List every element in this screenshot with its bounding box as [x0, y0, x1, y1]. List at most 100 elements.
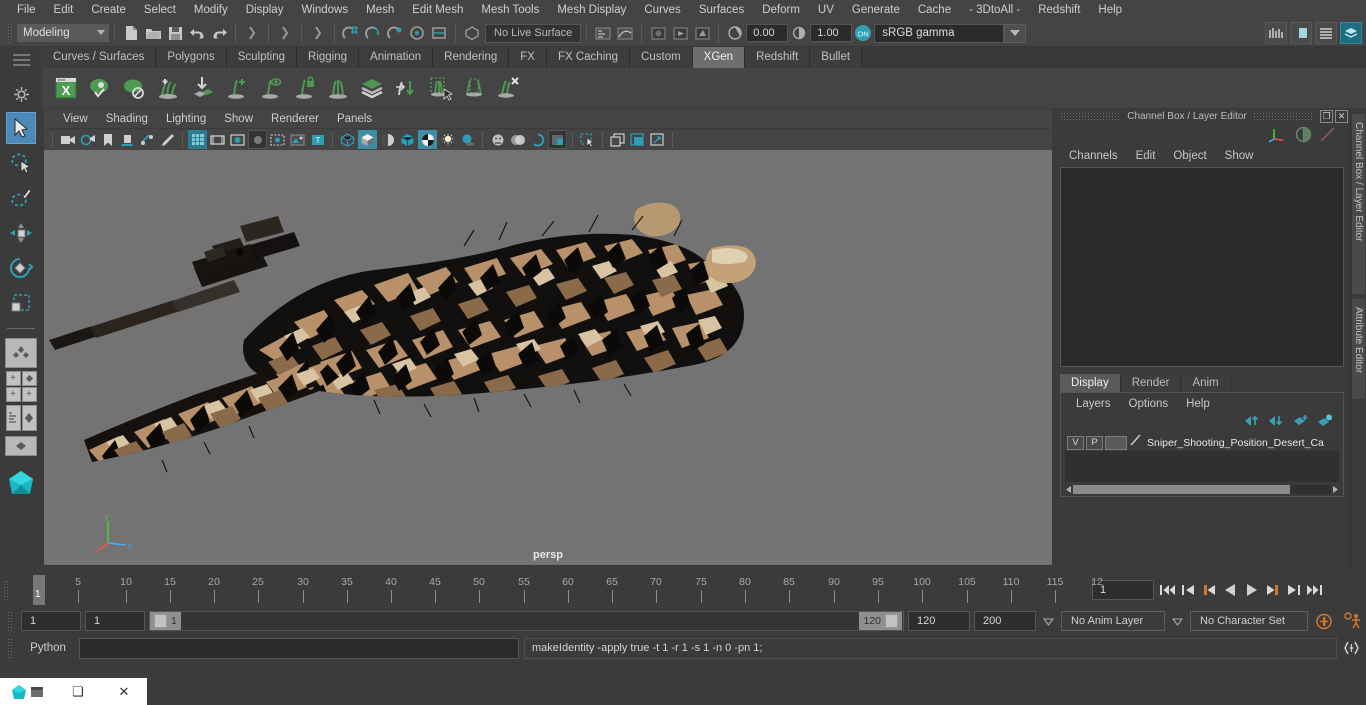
open-render-view-icon[interactable]: [647, 22, 669, 44]
hardware-texture-icon[interactable]: [398, 130, 417, 149]
exposure-icon[interactable]: [268, 130, 287, 149]
xgen-window-icon[interactable]: X: [50, 71, 82, 105]
playback-end-time-field[interactable]: 120: [908, 611, 970, 631]
menu-cache[interactable]: Cache: [909, 0, 960, 20]
channelbox-menu-edit[interactable]: Edit: [1127, 150, 1165, 162]
panel-drag-handle-right[interactable]: [1252, 112, 1315, 121]
viewport-menu-show[interactable]: Show: [215, 113, 262, 125]
hypershade-icon[interactable]: [21, 405, 37, 431]
snap-point-toggle[interactable]: +: [5, 387, 21, 402]
wireframe-icon[interactable]: [338, 130, 357, 149]
step-forward-frame-icon[interactable]: [1264, 581, 1281, 599]
range-slider-left-handle[interactable]: 1: [150, 612, 181, 630]
menu-file[interactable]: File: [8, 0, 45, 20]
select-by-object-icon[interactable]: [274, 22, 296, 44]
panel-drag-handle-left[interactable]: [1060, 112, 1122, 121]
close-icon[interactable]: ✕: [101, 678, 147, 705]
film-origin-icon[interactable]: [288, 130, 307, 149]
snap-to-grid-icon[interactable]: [340, 22, 362, 44]
viewport-3d-canvas[interactable]: persp y z x: [44, 150, 1052, 565]
current-time-indicator[interactable]: 1: [33, 575, 45, 605]
gamma-icon[interactable]: [788, 22, 810, 44]
toggle-channel-icon[interactable]: [1295, 126, 1312, 148]
ipr-render-icon[interactable]: [628, 130, 647, 149]
range-slider-right-handle[interactable]: 120: [859, 612, 902, 630]
menu-help[interactable]: Help: [1089, 0, 1131, 20]
snap-grid-toggle[interactable]: +: [5, 371, 21, 386]
menu-generate[interactable]: Generate: [843, 0, 909, 20]
move-layer-up-icon[interactable]: [1244, 414, 1261, 432]
snap-to-point-icon[interactable]: [384, 22, 406, 44]
range-handle-grip[interactable]: [885, 614, 898, 628]
play-backwards-icon[interactable]: [1222, 581, 1239, 599]
restore-icon[interactable]: ❐: [1320, 110, 1334, 123]
bookmark-icon[interactable]: [98, 130, 117, 149]
snap-view-toggle[interactable]: +: [21, 387, 37, 402]
shelf-tab-animation[interactable]: Animation: [359, 47, 434, 68]
select-camera-icon[interactable]: [58, 130, 77, 149]
grid-toggle-icon[interactable]: [188, 130, 207, 149]
time-slider-track[interactable]: 1 5 10 15 20 25 30 35 40 45 50 55 60 65 …: [17, 575, 1103, 605]
step-forward-keyframe-icon[interactable]: [1285, 581, 1302, 599]
lighting-icon[interactable]: [438, 130, 457, 149]
new-scene-icon[interactable]: [120, 22, 142, 44]
scroll-left-arrow-icon[interactable]: [1064, 481, 1073, 499]
xgen-convert-icon[interactable]: [390, 71, 422, 105]
channelbox-menu-channels[interactable]: Channels: [1060, 150, 1127, 162]
snap-to-projected-center-icon[interactable]: [406, 22, 428, 44]
side-tab-channel-box[interactable]: Channel Box / Layer Editor: [1352, 114, 1365, 294]
shelf-menu-icon[interactable]: [13, 54, 30, 56]
render-current-frame-icon[interactable]: [669, 22, 691, 44]
layer-color-swatch[interactable]: [1105, 435, 1127, 450]
scrollbar-track[interactable]: [1073, 485, 1331, 494]
tab-anim[interactable]: Anim: [1181, 374, 1231, 392]
range-handle-grip[interactable]: [154, 614, 167, 628]
shelf-options-icon[interactable]: [13, 86, 30, 103]
shelf-tab-bullet[interactable]: Bullet: [810, 47, 863, 68]
step-back-frame-icon[interactable]: [1201, 581, 1218, 599]
menu-select[interactable]: Select: [135, 0, 185, 20]
playback-start-time-field[interactable]: 1: [85, 611, 145, 631]
xgen-lock-primitive-icon[interactable]: [288, 71, 320, 105]
menu-edit-mesh[interactable]: Edit Mesh: [403, 0, 472, 20]
scroll-right-arrow-icon[interactable]: [1331, 481, 1340, 499]
menu-uv[interactable]: UV: [809, 0, 843, 20]
save-scene-icon[interactable]: [164, 22, 186, 44]
sidebar-toggle-layers-icon[interactable]: [1340, 22, 1362, 44]
menu-mesh-display[interactable]: Mesh Display: [548, 0, 635, 20]
time-slider[interactable]: 1 5 10 15 20 25 30 35 40 45 50 55 60 65 …: [17, 575, 1103, 605]
play-forwards-icon[interactable]: [1243, 581, 1260, 599]
viewport-menu-shading[interactable]: Shading: [97, 113, 157, 125]
viewport-menu-lighting[interactable]: Lighting: [157, 113, 215, 125]
shelf-tab-xgen[interactable]: XGen: [692, 47, 746, 68]
grease-pencil-icon[interactable]: [158, 130, 177, 149]
xray-joints-icon[interactable]: [508, 130, 527, 149]
select-by-component-icon[interactable]: [307, 22, 329, 44]
menu-curves[interactable]: Curves: [635, 0, 689, 20]
table-row[interactable]: V P Sniper_Shooting_Position_Desert_Ca: [1065, 434, 1339, 451]
new-layer-from-selected-icon[interactable]: [1316, 414, 1333, 432]
rotate-tool[interactable]: [6, 252, 36, 284]
open-scene-icon[interactable]: [142, 22, 164, 44]
shelf-tab-curves-surfaces[interactable]: Curves / Surfaces: [42, 47, 157, 68]
close-icon[interactable]: ✕: [1335, 110, 1349, 123]
character-set-field[interactable]: No Character Set: [1190, 611, 1308, 631]
command-language-label[interactable]: Python: [22, 642, 74, 654]
xgen-preview-primitive-icon[interactable]: [254, 71, 286, 105]
move-layer-down-icon[interactable]: [1268, 414, 1285, 432]
sidebar-toggle-tool-settings-icon[interactable]: [1290, 22, 1312, 44]
grid-snap-icon[interactable]: [548, 130, 567, 149]
gate-mask-icon[interactable]: [248, 130, 267, 149]
exposure-field[interactable]: 0.00: [746, 24, 789, 42]
layer-menu-layers[interactable]: Layers: [1067, 398, 1120, 410]
command-line-grip[interactable]: [7, 638, 14, 658]
time-slider-grip[interactable]: [3, 580, 10, 600]
scale-tool[interactable]: [6, 287, 36, 319]
shelf-tab-fx[interactable]: FX: [509, 47, 547, 68]
command-input[interactable]: [79, 637, 519, 659]
render-settings-icon[interactable]: [648, 130, 667, 149]
step-back-keyframe-icon[interactable]: [1180, 581, 1197, 599]
color-profile-dropdown[interactable]: [1004, 23, 1027, 43]
sidebar-toggle-channel-box-icon[interactable]: [1315, 22, 1337, 44]
range-slider-grip[interactable]: [7, 611, 14, 631]
